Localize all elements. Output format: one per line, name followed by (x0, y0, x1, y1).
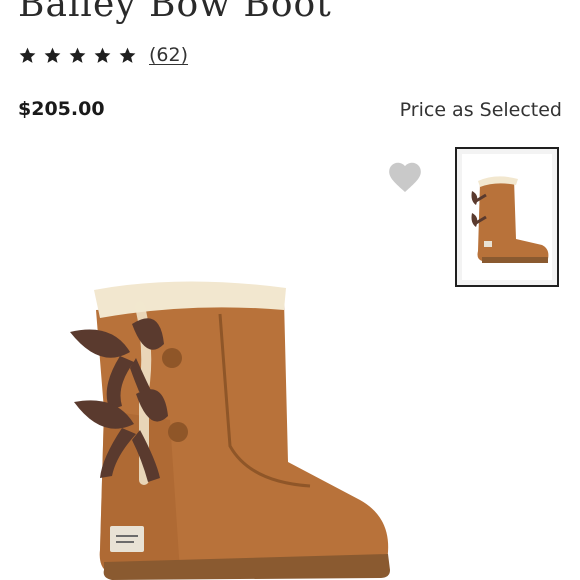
heart-icon[interactable] (386, 158, 424, 196)
product-main-image (60, 270, 400, 580)
thumbnail-boot-image (471, 176, 549, 263)
star-icon (68, 46, 87, 65)
star-icon (18, 46, 37, 65)
product-title: Bailey Bow Boot (18, 0, 332, 25)
star-icon (43, 46, 62, 65)
star-icon (118, 46, 137, 65)
rating: (62) (18, 44, 188, 66)
product-price: $205.00 (18, 98, 105, 120)
product-thumbnail[interactable] (455, 147, 559, 287)
price-note: Price as Selected (399, 99, 562, 121)
review-count-link[interactable]: (62) (149, 44, 188, 66)
boot-image (70, 281, 390, 580)
star-icon (93, 46, 112, 65)
